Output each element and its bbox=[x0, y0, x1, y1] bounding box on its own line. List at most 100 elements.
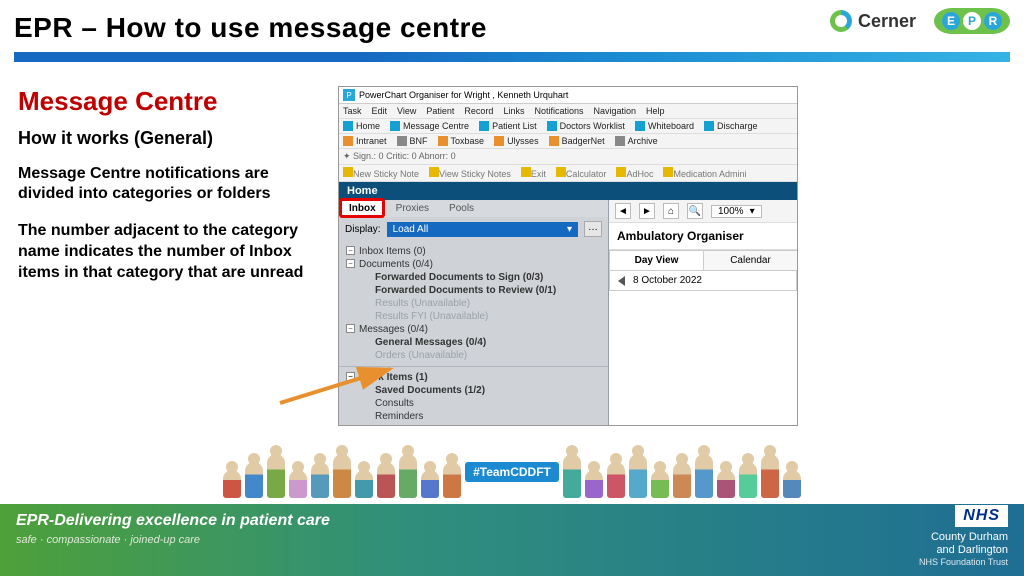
person-icon bbox=[629, 454, 647, 498]
current-date: 8 October 2022 bbox=[633, 275, 702, 286]
action-item[interactable]: Calculator bbox=[556, 167, 607, 179]
team-hashtag: #TeamCDDFT bbox=[465, 462, 559, 482]
action-item[interactable]: Exit bbox=[521, 167, 546, 179]
organiser-tab[interactable]: Calendar bbox=[703, 250, 798, 270]
link-icon bbox=[494, 136, 504, 146]
epr-e-icon: E bbox=[942, 12, 960, 30]
tree-label: Documents (0/4) bbox=[359, 259, 433, 270]
chevron-down-icon: ▾ bbox=[750, 206, 755, 217]
person-icon bbox=[761, 454, 779, 498]
menu-item[interactable]: Links bbox=[503, 106, 524, 116]
tree-node[interactable]: Forwarded Documents to Review (0/1) bbox=[345, 284, 602, 297]
link-item[interactable]: Toxbase bbox=[438, 136, 485, 146]
search-button[interactable]: 🔍 bbox=[687, 203, 703, 219]
section-subheading: How it works (General) bbox=[18, 127, 320, 150]
menu-item[interactable]: Navigation bbox=[593, 106, 636, 116]
display-dropdown[interactable]: Load All ▾ bbox=[387, 222, 578, 237]
app-screenshot: P PowerChart Organiser for Wright , Kenn… bbox=[338, 86, 798, 426]
link-item[interactable]: BadgerNet bbox=[549, 136, 605, 146]
person-icon bbox=[717, 470, 735, 498]
team-illustration: #TeamCDDFT bbox=[190, 446, 834, 498]
body-paragraph: The number adjacent to the category name… bbox=[18, 221, 320, 283]
home-button[interactable]: ⌂ bbox=[663, 203, 679, 219]
link-icon bbox=[438, 136, 448, 146]
date-selector[interactable]: 8 October 2022 bbox=[609, 271, 797, 291]
tree-label: Orders (Unavailable) bbox=[375, 350, 467, 361]
epr-p-icon: P bbox=[963, 12, 981, 30]
nhs-logo: NHS bbox=[955, 505, 1008, 527]
tree-node[interactable]: Saved Documents (1/2) bbox=[345, 384, 602, 397]
tree-node[interactable]: Orders (Unavailable) bbox=[345, 349, 602, 362]
menu-item[interactable]: Record bbox=[464, 106, 493, 116]
person-icon bbox=[267, 454, 285, 498]
tree-node[interactable]: −Messages (0/4) bbox=[345, 323, 602, 336]
tree-node[interactable]: −Work Items (1) bbox=[345, 371, 602, 384]
action-item[interactable]: AdHoc bbox=[616, 167, 653, 179]
action-item[interactable]: New Sticky Note bbox=[343, 167, 419, 179]
tree-toggle-icon[interactable]: − bbox=[346, 259, 355, 268]
menu-item[interactable]: Patient bbox=[426, 106, 454, 116]
section-heading: Message Centre bbox=[18, 86, 320, 117]
trust-name: County Durham and Darlington NHS Foundat… bbox=[919, 531, 1008, 568]
nav-fwd-button[interactable]: ► bbox=[639, 203, 655, 219]
tree-toggle-icon[interactable]: − bbox=[346, 324, 355, 333]
person-icon bbox=[695, 454, 713, 498]
tree-label: Messages (0/4) bbox=[359, 324, 428, 335]
menu-item[interactable]: Edit bbox=[372, 106, 388, 116]
toolbar-item[interactable]: Whiteboard bbox=[635, 121, 694, 131]
tree-node[interactable]: Results (Unavailable) bbox=[345, 297, 602, 310]
menu-item[interactable]: Notifications bbox=[534, 106, 583, 116]
tree-node[interactable]: −Inbox Items (0) bbox=[345, 245, 602, 258]
tree-node[interactable]: Results FYI (Unavailable) bbox=[345, 310, 602, 323]
inbox-tab[interactable]: Pools bbox=[439, 200, 484, 217]
person-icon bbox=[443, 462, 461, 498]
tree-node[interactable]: Forwarded Documents to Sign (0/3) bbox=[345, 271, 602, 284]
tree-label: Results (Unavailable) bbox=[375, 298, 470, 309]
toolbar-item[interactable]: Discharge bbox=[704, 121, 758, 131]
action-item[interactable]: Medication Admini bbox=[663, 167, 746, 179]
chevron-down-icon: ▾ bbox=[567, 224, 572, 235]
tree-toggle-icon[interactable]: − bbox=[346, 246, 355, 255]
zoom-control[interactable]: 100% ▾ bbox=[711, 205, 762, 218]
person-icon bbox=[739, 462, 757, 498]
toolbar-item[interactable]: Doctors Worklist bbox=[547, 121, 625, 131]
tree-label: Inbox Items (0) bbox=[359, 246, 426, 257]
menu-item[interactable]: Help bbox=[646, 106, 665, 116]
person-icon bbox=[399, 454, 417, 498]
action-icon bbox=[521, 167, 531, 177]
tree-toggle-icon[interactable]: − bbox=[346, 372, 355, 381]
nav-back-button[interactable]: ◄ bbox=[615, 203, 631, 219]
toolbar-actions: New Sticky Note View Sticky Notes Exit Calc… bbox=[339, 165, 797, 182]
tree-node[interactable]: General Messages (0/4) bbox=[345, 336, 602, 349]
toolbar-item[interactable]: Patient List bbox=[479, 121, 537, 131]
toolbar-item[interactable]: Home bbox=[343, 121, 380, 131]
tree-node[interactable]: −Documents (0/4) bbox=[345, 258, 602, 271]
toolbar-links: Intranet BNF Toxbase Ulysses BadgerNet Archiv… bbox=[339, 134, 797, 149]
tree-node[interactable]: Consults bbox=[345, 397, 602, 410]
link-icon bbox=[343, 136, 353, 146]
menu-item[interactable]: Task bbox=[343, 106, 362, 116]
app-icon: P bbox=[343, 89, 355, 101]
tree-label: Reminders bbox=[375, 411, 423, 422]
organiser-tabs: Day ViewCalendar bbox=[609, 250, 797, 271]
action-item[interactable]: View Sticky Notes bbox=[429, 167, 511, 179]
link-icon bbox=[397, 136, 407, 146]
display-more-button[interactable]: … bbox=[584, 221, 602, 237]
toolbar-icon bbox=[390, 121, 400, 131]
link-item[interactable]: Archive bbox=[615, 136, 658, 146]
footer-subtagline: safe · compassionate · joined-up care bbox=[16, 534, 1008, 546]
menu-item[interactable]: View bbox=[397, 106, 416, 116]
inbox-tab[interactable]: Proxies bbox=[386, 200, 439, 217]
action-icon bbox=[556, 167, 566, 177]
toolbar-item[interactable]: Message Centre bbox=[390, 121, 469, 131]
menu-bar: Task Edit View Patient Record Links Notificati… bbox=[339, 104, 797, 119]
link-item[interactable]: BNF bbox=[397, 136, 428, 146]
tree-label: General Messages (0/4) bbox=[375, 337, 486, 348]
organiser-tab[interactable]: Day View bbox=[609, 250, 704, 270]
content-toolbar: ◄ ► ⌂ 🔍 100% ▾ bbox=[609, 200, 797, 223]
tree-label: Consults bbox=[375, 398, 414, 409]
link-item[interactable]: Ulysses bbox=[494, 136, 539, 146]
tree-node[interactable]: Reminders bbox=[345, 410, 602, 423]
person-icon bbox=[421, 470, 439, 498]
link-item[interactable]: Intranet bbox=[343, 136, 387, 146]
